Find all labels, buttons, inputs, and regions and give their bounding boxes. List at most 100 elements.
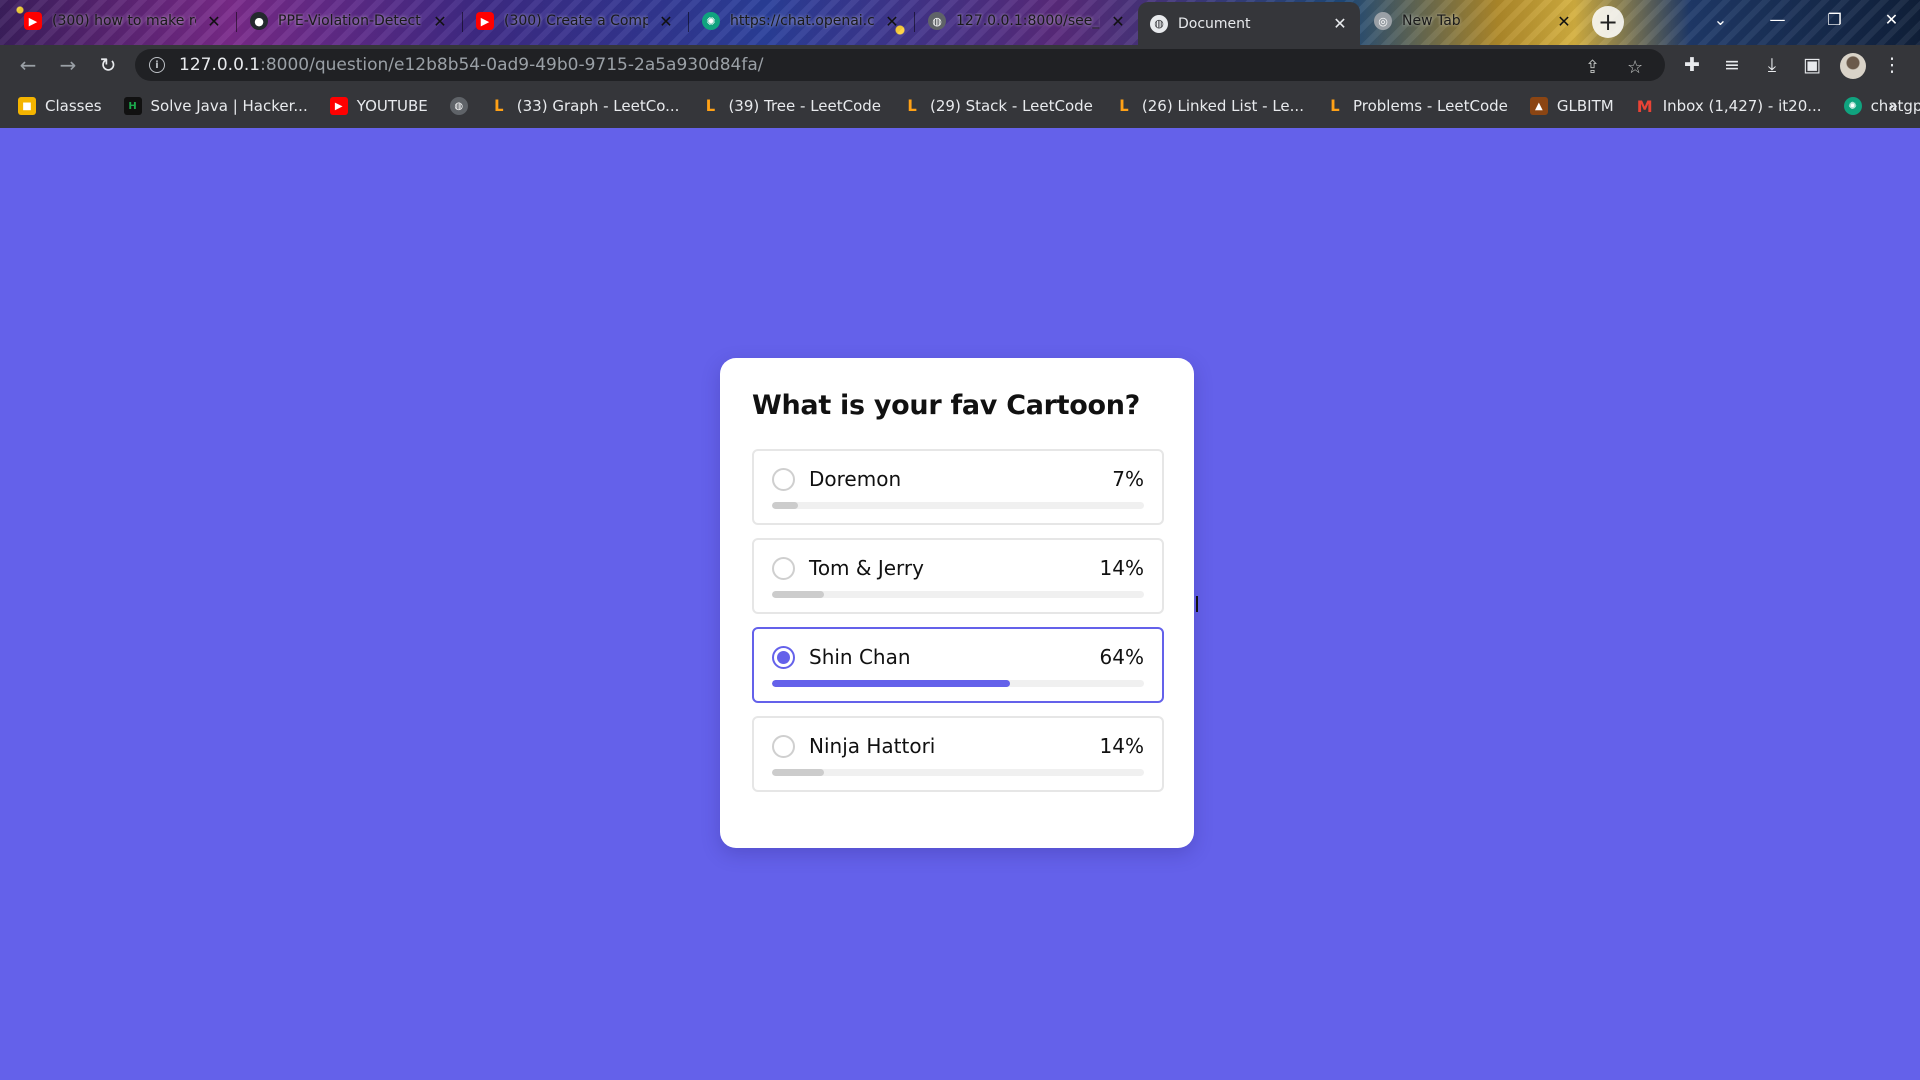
poll-option[interactable]: Ninja Hattori 14% — [752, 716, 1164, 792]
text-cursor — [1196, 596, 1198, 612]
globe-icon: ◍ — [449, 97, 468, 115]
youtube-icon: ▶ — [24, 12, 42, 30]
poll-question: What is your fav Cartoon? — [752, 390, 1141, 421]
tab-title: New Tab — [1402, 13, 1461, 29]
share-icon[interactable]: ⇪ — [1585, 57, 1600, 78]
close-icon[interactable]: ✕ — [432, 12, 448, 31]
address-bar[interactable]: i 127.0.0.1:8000/question/e12b8b54-0ad9-… — [135, 49, 1665, 81]
poll-option-selected[interactable]: Shin Chan 64% — [752, 627, 1164, 703]
browser-tab[interactable]: ● PPE-Violation-Detect ✕ — [238, 3, 460, 39]
browser-toolbar: ← → ↻ i 127.0.0.1:8000/question/e12b8b54… — [0, 45, 1920, 84]
option-percent: 14% — [1099, 556, 1144, 580]
openai-icon: ✺ — [1843, 97, 1862, 115]
poll-card: What is your fav Cartoon? Doremon 7% Tom… — [720, 358, 1194, 848]
bookmark-leetcode-problems[interactable]: ᒪ Problems - LeetCode — [1326, 97, 1508, 115]
radio-button[interactable] — [772, 467, 795, 491]
bookmark-star-icon[interactable]: ☆ — [1627, 57, 1643, 78]
bookmark-globe[interactable]: ◍ — [449, 97, 468, 115]
poll-option[interactable]: Tom & Jerry 14% — [752, 538, 1164, 614]
leetcode-icon: ᒪ — [494, 97, 504, 115]
download-icon[interactable]: ⤓ — [1756, 49, 1788, 81]
back-arrow-icon[interactable]: ← — [12, 49, 44, 81]
close-icon[interactable]: ✕ — [1110, 12, 1126, 31]
hackerrank-icon: H — [123, 97, 142, 115]
progress-fill — [772, 769, 825, 776]
poll-option[interactable]: Doremon 7% — [752, 449, 1164, 525]
option-percent: 7% — [1112, 467, 1144, 491]
address-url[interactable]: 127.0.0.1:8000/question/e12b8b54-0ad9-49… — [179, 55, 763, 75]
bookmark-leetcode-tree[interactable]: ᒪ (39) Tree - LeetCode — [701, 97, 881, 115]
bookmark-youtube[interactable]: ▶ YOUTUBE — [329, 97, 428, 115]
new-tab-button[interactable]: + — [1592, 6, 1624, 38]
bookmark-hackerrank[interactable]: H Solve Java | Hacker... — [123, 97, 308, 115]
radio-button-checked[interactable] — [772, 645, 795, 669]
progress-bar — [772, 502, 1144, 509]
extensions-icon[interactable]: ✚ — [1676, 49, 1708, 81]
browser-tab-active[interactable]: ◍ Document ✕ — [1138, 2, 1360, 45]
minimize-button[interactable]: — — [1749, 0, 1806, 38]
bookmark-classes[interactable]: ■ Classes — [18, 97, 102, 115]
browser-tab[interactable]: ▶ (300) how to make re ✕ — [12, 3, 234, 39]
browser-tab[interactable]: ✺ https://chat.openai.c ✕ — [690, 3, 912, 39]
option-percent: 64% — [1099, 645, 1144, 669]
progress-bar — [772, 680, 1144, 687]
profile-avatar[interactable] — [1840, 53, 1866, 79]
option-percent: 14% — [1099, 734, 1144, 758]
menu-kebab-icon[interactable]: ⋮ — [1876, 49, 1908, 81]
close-icon[interactable]: ✕ — [658, 12, 674, 31]
youtube-icon: ▶ — [329, 97, 348, 115]
progress-bar — [772, 769, 1144, 776]
browser-tab[interactable]: ◎ New Tab ✕ — [1362, 3, 1584, 39]
side-panel-icon[interactable]: ▣ — [1796, 49, 1828, 81]
option-label: Shin Chan — [809, 645, 911, 669]
tab-title: PPE-Violation-Detect — [278, 13, 421, 29]
youtube-icon: ▶ — [476, 12, 494, 30]
tab-strip: ▶ (300) how to make re ✕ ● PPE-Violation… — [0, 0, 1920, 45]
tab-search-icon[interactable]: ⌄ — [1692, 0, 1749, 38]
bookmark-leetcode-graph[interactable]: ᒪ (33) Graph - LeetCo... — [490, 97, 679, 115]
radio-button[interactable] — [772, 734, 795, 758]
close-icon[interactable]: ✕ — [1332, 14, 1348, 33]
globe-icon: ◍ — [1150, 14, 1168, 33]
site-info-icon[interactable]: i — [149, 57, 165, 73]
tab-title: 127.0.0.1:8000/see_an — [956, 13, 1100, 29]
bookmark-glbitm[interactable]: ▲ GLBITM — [1529, 97, 1614, 115]
option-label: Tom & Jerry — [809, 556, 924, 580]
progress-bar — [772, 591, 1144, 598]
restore-button[interactable]: ❐ — [1806, 0, 1863, 38]
option-label: Ninja Hattori — [809, 734, 936, 758]
tab-title: (300) how to make re — [52, 13, 196, 29]
close-icon[interactable]: ✕ — [206, 12, 222, 31]
github-icon: ● — [250, 12, 268, 30]
bookmark-leetcode-linked-list[interactable]: ᒪ (26) Linked List - Le... — [1115, 97, 1304, 115]
leetcode-icon: ᒪ — [705, 97, 716, 115]
tab-title: Document — [1178, 15, 1251, 32]
progress-fill — [772, 591, 825, 598]
browser-tab[interactable]: ▶ (300) Create a Comp ✕ — [464, 3, 686, 39]
chevron-more-icon[interactable]: » — [1888, 96, 1898, 115]
classroom-icon: ■ — [18, 97, 36, 115]
gmail-icon: M — [1636, 96, 1653, 116]
progress-fill — [772, 680, 1011, 687]
radio-button[interactable] — [772, 556, 795, 580]
bookmark-leetcode-stack[interactable]: ᒪ (29) Stack - LeetCode — [903, 97, 1093, 115]
globe-icon: ◍ — [928, 12, 946, 30]
leetcode-icon: ᒪ — [907, 97, 917, 115]
leetcode-icon: ᒪ — [1119, 97, 1129, 115]
close-window-button[interactable]: ✕ — [1863, 0, 1920, 38]
forward-arrow-icon[interactable]: → — [52, 49, 84, 81]
leetcode-icon: ᒪ — [1330, 97, 1340, 115]
browser-tab[interactable]: ◍ 127.0.0.1:8000/see_an ✕ — [916, 3, 1138, 39]
bookmark-chatgpt[interactable]: ✺chatgpt — [1843, 97, 1920, 115]
close-icon[interactable]: ✕ — [884, 12, 900, 31]
close-icon[interactable]: ✕ — [1556, 12, 1572, 31]
chrome-icon: ◎ — [1374, 12, 1392, 30]
option-label: Doremon — [809, 467, 902, 491]
bookmarks-bar: ■ Classes H Solve Java | Hacker... ▶ YOUTUB… — [0, 84, 1920, 128]
reload-icon[interactable]: ↻ — [92, 49, 124, 81]
page-content: What is your fav Cartoon? Doremon 7% Tom… — [0, 128, 1920, 1080]
bookmark-gmail[interactable]: M Inbox (1,427) - it20... — [1636, 96, 1822, 116]
college-icon: ▲ — [1529, 97, 1548, 115]
tab-title: (300) Create a Comp — [504, 13, 648, 29]
media-control-icon[interactable]: ≡ — [1716, 49, 1748, 81]
